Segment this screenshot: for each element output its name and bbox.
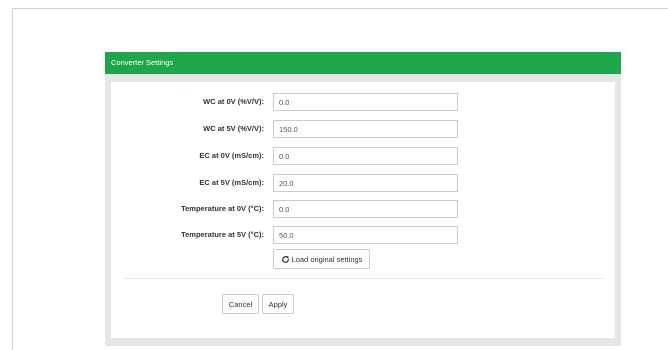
- settings-form: WC at 0V (%V/V): WC at 5V (%V/V): EC at …: [111, 82, 615, 338]
- cancel-button[interactable]: Cancel: [222, 294, 259, 314]
- load-original-settings-label: Load original settings: [291, 254, 363, 264]
- ec-5v-input[interactable]: [273, 174, 458, 192]
- ec-0v-row: EC at 0V (mS/cm):: [111, 146, 615, 166]
- wc-0v-input[interactable]: [273, 93, 458, 111]
- wc-5v-input[interactable]: [273, 120, 458, 138]
- page-frame: Converter Settings WC at 0V (%V/V): WC a…: [12, 8, 668, 350]
- converter-settings-panel: Converter Settings WC at 0V (%V/V): WC a…: [105, 52, 621, 346]
- load-original-settings-button[interactable]: Load original settings: [273, 249, 370, 269]
- temperature-0v-label: Temperature at 0V (°C):: [181, 204, 264, 213]
- temperature-5v-label: Temperature at 5V (°C):: [181, 230, 264, 239]
- apply-button[interactable]: Apply: [262, 294, 294, 314]
- wc-5v-row: WC at 5V (%V/V):: [111, 119, 615, 139]
- refresh-icon: [281, 255, 289, 263]
- wc-0v-row: WC at 0V (%V/V):: [111, 92, 615, 112]
- temperature-0v-input[interactable]: [273, 200, 458, 218]
- form-divider: [123, 278, 603, 279]
- ec-5v-row: EC at 5V (mS/cm):: [111, 173, 615, 193]
- temperature-5v-row: Temperature at 5V (°C):: [111, 225, 615, 245]
- temperature-5v-input[interactable]: [273, 226, 458, 244]
- wc-0v-label: WC at 0V (%V/V):: [203, 97, 264, 106]
- panel-title: Converter Settings: [105, 52, 621, 74]
- wc-5v-label: WC at 5V (%V/V):: [203, 124, 264, 133]
- ec-0v-label: EC at 0V (mS/cm):: [199, 151, 264, 160]
- temperature-0v-row: Temperature at 0V (°C):: [111, 199, 615, 219]
- ec-5v-label: EC at 5V (mS/cm):: [199, 178, 264, 187]
- ec-0v-input[interactable]: [273, 147, 458, 165]
